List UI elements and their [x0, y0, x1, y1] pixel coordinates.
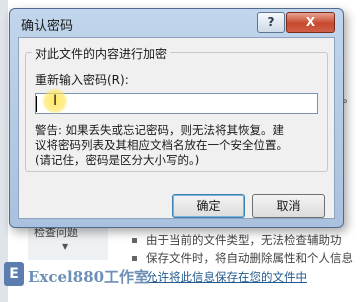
reenter-password-label: 重新输入密码(R): — [35, 73, 129, 87]
warning-line-1: 警告: 如果丢失或忘记密码，则无法将其恢复。建 — [35, 123, 285, 137]
watermark-logo-icon: E — [4, 262, 24, 286]
dialog-body: 对此文件的内容进行加密 重新输入密码(R): 警告: 如果丢失或忘记密码，则无法… — [18, 37, 335, 219]
left-panel-strip — [0, 0, 8, 302]
warning-text: 警告: 如果丢失或忘记密码，则无法将其恢复。建 议将密码列表及其相应文档名放在一… — [35, 123, 321, 168]
watermark-text: Excel880工作室 — [28, 268, 150, 286]
password-input[interactable] — [35, 93, 318, 114]
confirm-password-dialog: 确认密码 ? X 对此文件的内容进行加密 重新输入密码(R): 警告: 如果丢失… — [9, 8, 344, 228]
close-icon: X — [305, 15, 316, 29]
text-caret — [36, 96, 37, 112]
bullet-icon — [132, 238, 137, 243]
background-line-1: 由于当前的文件类型，无法检查辅助功 — [146, 233, 342, 247]
dialog-title-bar[interactable]: 确认密码 ? X — [10, 9, 343, 37]
warning-line-3: (请记住，密码是区分大小写的。) — [35, 153, 200, 167]
group-title: 对此文件的内容进行加密 — [32, 45, 171, 62]
encrypt-group-box: 对此文件的内容进行加密 重新输入密码(R): 警告: 如果丢失或忘记密码，则无法… — [25, 45, 328, 172]
dropdown-arrow-icon: ▼ — [62, 242, 69, 251]
allow-save-info-link[interactable]: 允许将此信息保存在您的文件中 — [146, 269, 307, 285]
close-button[interactable]: X — [286, 12, 335, 33]
background-line-2: 保存文件时，将自动删除属性和个人信息 — [146, 251, 353, 265]
warning-line-2: 议将密码列表及其相应文档名放在一个安全位置。 — [35, 138, 288, 152]
ok-button[interactable]: 确定 — [172, 194, 245, 218]
cancel-button[interactable]: 取消 — [252, 194, 325, 218]
bullet-icon — [132, 256, 137, 261]
ibeam-cursor-icon: I — [53, 93, 58, 109]
help-button[interactable]: ? — [257, 12, 285, 33]
watermark: Excel880工作室 — [28, 266, 149, 287]
dialog-title: 确认密码 — [21, 19, 74, 34]
